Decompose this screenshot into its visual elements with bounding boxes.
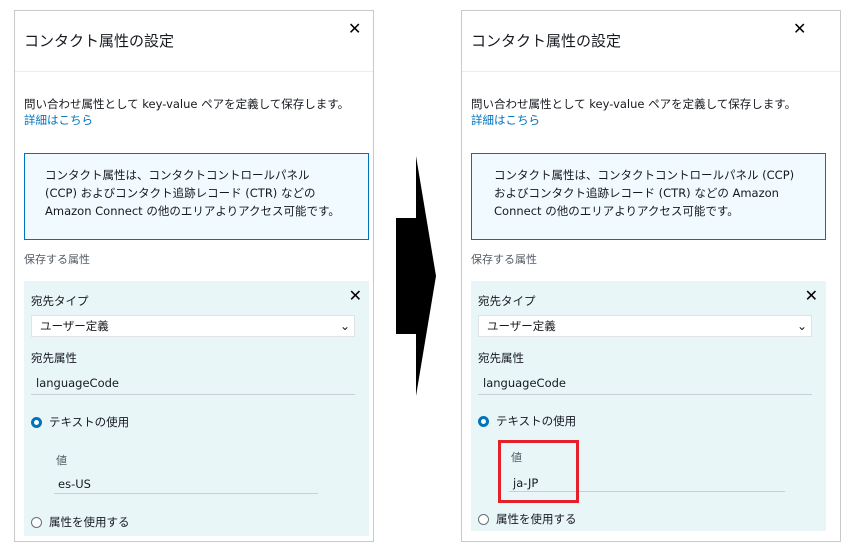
chevron-down-icon: ⌄: [796, 319, 807, 333]
use-attribute-label[interactable]: 属性を使用する: [496, 511, 577, 527]
destination-attribute-input[interactable]: languageCode: [36, 376, 119, 390]
attribute-card: 宛先タイプ ✕ ユーザー定義 ⌄ 宛先属性 languageCode テキストの…: [24, 281, 369, 536]
info-box: コンタクト属性は、コンタクトコントロールパネル (CCP) およびコンタクト追跡…: [471, 153, 826, 240]
learn-more-link[interactable]: 詳細はこちら: [24, 112, 349, 128]
description-text: 問い合わせ属性として key-value ペアを定義して保存します。: [24, 97, 350, 111]
close-icon[interactable]: ✕: [805, 288, 818, 304]
learn-more-link[interactable]: 詳細はこちら: [471, 112, 796, 128]
destination-attribute-label: 宛先属性: [478, 351, 524, 365]
panel-title: コンタクト属性の設定: [24, 32, 175, 50]
attributes-to-save-label: 保存する属性: [24, 253, 90, 266]
destination-type-select[interactable]: ユーザー定義 ⌄: [31, 315, 355, 337]
panel-description: 問い合わせ属性として key-value ペアを定義して保存します。 詳細はこち…: [471, 96, 796, 128]
chevron-down-icon: ⌄: [339, 319, 350, 333]
close-icon[interactable]: ✕: [349, 288, 362, 304]
destination-type-label: 宛先タイプ: [31, 294, 89, 308]
panel-title: コンタクト属性の設定: [471, 32, 622, 50]
contact-attributes-panel-before: コンタクト属性の設定 ✕ 問い合わせ属性として key-value ペアを定義し…: [14, 10, 374, 542]
destination-attribute-input[interactable]: languageCode: [483, 376, 566, 390]
title-divider: [15, 71, 373, 72]
destination-type-value: ユーザー定義: [487, 319, 556, 333]
destination-type-label: 宛先タイプ: [478, 294, 536, 308]
description-text: 問い合わせ属性として key-value ペアを定義して保存します。: [471, 97, 797, 111]
info-line: コンタクト属性は、コンタクトコントロールパネル: [45, 168, 310, 182]
use-text-label[interactable]: テキストの使用: [496, 413, 576, 429]
close-icon[interactable]: ✕: [793, 21, 806, 37]
use-text-radio[interactable]: [31, 417, 42, 428]
info-line: Connect の他のエリアよりアクセス可能です。: [494, 204, 739, 218]
panel-description: 問い合わせ属性として key-value ペアを定義して保存します。 詳細はこち…: [24, 96, 349, 128]
info-line: コンタクト属性は、コンタクトコントロールパネル (CCP): [494, 168, 795, 182]
destination-type-value: ユーザー定義: [40, 319, 109, 333]
input-underline: [54, 493, 318, 494]
highlight-frame: [498, 440, 579, 503]
info-line: (CCP) およびコンタクト追跡レコード (CTR) などの: [45, 186, 316, 200]
arrow-right-icon: [396, 156, 436, 396]
use-attribute-radio[interactable]: [31, 517, 42, 528]
use-text-radio[interactable]: [478, 416, 489, 427]
contact-attributes-panel-after: コンタクト属性の設定 ✕ 問い合わせ属性として key-value ペアを定義し…: [461, 10, 841, 542]
title-divider: [462, 71, 840, 72]
destination-attribute-label: 宛先属性: [31, 351, 77, 365]
value-input[interactable]: es-US: [58, 477, 91, 491]
close-icon[interactable]: ✕: [348, 21, 361, 37]
value-label: 値: [56, 454, 67, 467]
use-text-label[interactable]: テキストの使用: [49, 414, 129, 430]
info-line: Amazon Connect の他のエリアよりアクセス可能です。: [45, 204, 340, 218]
input-underline: [478, 394, 812, 395]
input-underline: [31, 394, 355, 395]
attribute-card: 宛先タイプ ✕ ユーザー定義 ⌄ 宛先属性 languageCode テキストの…: [471, 281, 826, 531]
use-attribute-label[interactable]: 属性を使用する: [49, 514, 130, 530]
destination-type-select[interactable]: ユーザー定義 ⌄: [478, 315, 812, 337]
info-box: コンタクト属性は、コンタクトコントロールパネル (CCP) およびコンタクト追跡…: [24, 153, 369, 240]
attributes-to-save-label: 保存する属性: [471, 253, 537, 266]
use-attribute-radio[interactable]: [478, 514, 489, 525]
info-line: およびコンタクト追跡レコード (CTR) などの Amazon: [494, 186, 779, 200]
